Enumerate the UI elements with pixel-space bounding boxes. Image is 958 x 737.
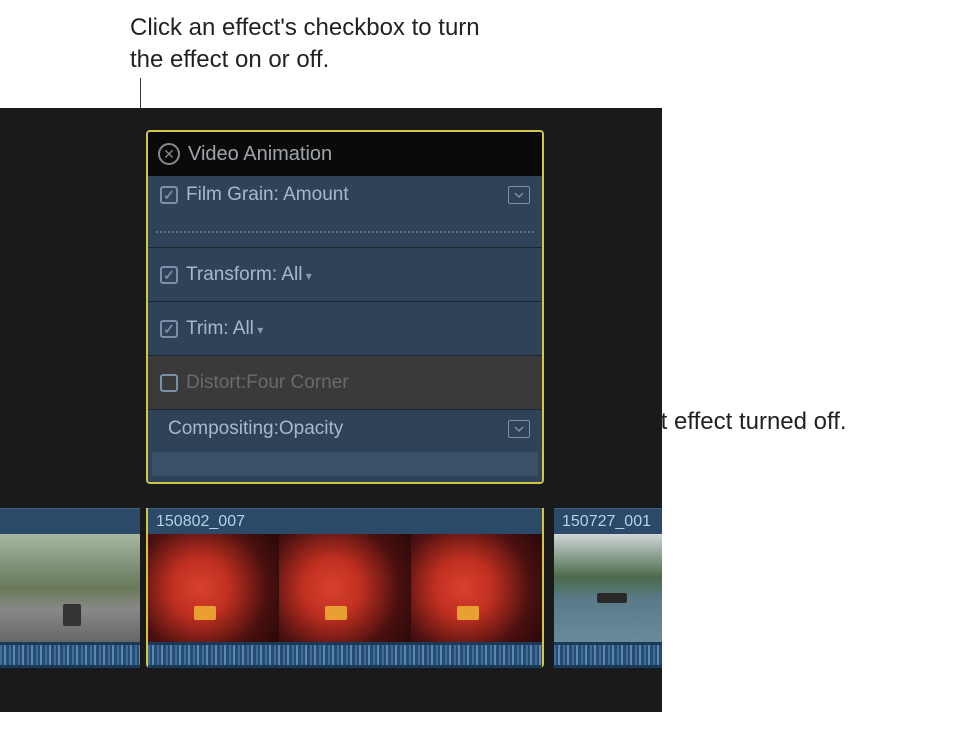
effect-checkbox[interactable] bbox=[160, 266, 178, 284]
close-icon: ✕ bbox=[163, 146, 175, 163]
clip-audio-waveform[interactable] bbox=[0, 642, 140, 668]
clip-label: 150727_001 bbox=[554, 508, 662, 534]
effect-label: Compositing:Opacity bbox=[168, 418, 500, 440]
close-panel-button[interactable]: ✕ bbox=[158, 143, 180, 165]
effect-label: Trim: All ▾ bbox=[186, 318, 530, 340]
thumbnail-image bbox=[279, 534, 410, 642]
effect-checkbox[interactable] bbox=[160, 186, 178, 204]
video-animation-panel: ✕ Video Animation Film Grain: Amount Tra… bbox=[146, 130, 544, 484]
thumbnail-image bbox=[411, 534, 542, 642]
clip-label bbox=[0, 508, 140, 534]
clip-thumbnails bbox=[0, 534, 140, 642]
effect-label: Distort:Four Corner bbox=[186, 372, 530, 394]
clip-label: 150802_007 bbox=[148, 508, 542, 534]
keyframe-dotted-line[interactable] bbox=[156, 231, 534, 233]
clip-audio-waveform[interactable] bbox=[554, 642, 662, 668]
timeline-bottom-bar bbox=[0, 674, 662, 712]
effect-row-trim[interactable]: Trim: All ▾ bbox=[148, 302, 542, 356]
effect-row-transform[interactable]: Transform: All ▾ bbox=[148, 248, 542, 302]
effect-label: Film Grain: Amount bbox=[186, 184, 500, 206]
callout-checkbox-instruction: Click an effect's checkbox to turn the e… bbox=[130, 12, 510, 77]
expand-effect-button[interactable] bbox=[508, 186, 530, 204]
chevron-down-icon bbox=[514, 192, 524, 198]
clip-thumbnails bbox=[554, 534, 662, 642]
panel-header: ✕ Video Animation bbox=[148, 132, 542, 176]
thumbnail-image bbox=[554, 534, 662, 642]
expand-effect-button[interactable] bbox=[508, 420, 530, 438]
thumbnail-image bbox=[148, 534, 279, 642]
timeline-clip-prev[interactable] bbox=[0, 508, 140, 668]
opacity-strip[interactable] bbox=[152, 452, 538, 476]
effect-row-distort[interactable]: Distort:Four Corner bbox=[148, 356, 542, 410]
timeline-clip-next[interactable]: 150727_001 bbox=[554, 508, 662, 668]
panel-title: Video Animation bbox=[188, 143, 332, 166]
effect-checkbox[interactable] bbox=[160, 374, 178, 392]
effect-row-compositing[interactable]: Compositing:Opacity bbox=[148, 410, 542, 482]
clip-thumbnails bbox=[148, 534, 542, 642]
chevron-down-icon[interactable]: ▾ bbox=[306, 269, 312, 283]
chevron-down-icon[interactable]: ▾ bbox=[257, 323, 263, 337]
effect-label: Transform: All ▾ bbox=[186, 264, 530, 286]
timeline-clip-selected[interactable]: 150802_007 bbox=[146, 508, 544, 668]
timeline[interactable]: 150802_007 150727_001 bbox=[0, 508, 662, 712]
effect-checkbox[interactable] bbox=[160, 320, 178, 338]
app-dark-area: 150802_007 150727_001 ✕ Video Animation bbox=[0, 108, 662, 712]
thumbnail-image bbox=[0, 534, 140, 642]
effect-row-film-grain[interactable]: Film Grain: Amount bbox=[148, 176, 542, 248]
clip-audio-waveform[interactable] bbox=[148, 642, 542, 668]
chevron-down-icon bbox=[514, 426, 524, 432]
